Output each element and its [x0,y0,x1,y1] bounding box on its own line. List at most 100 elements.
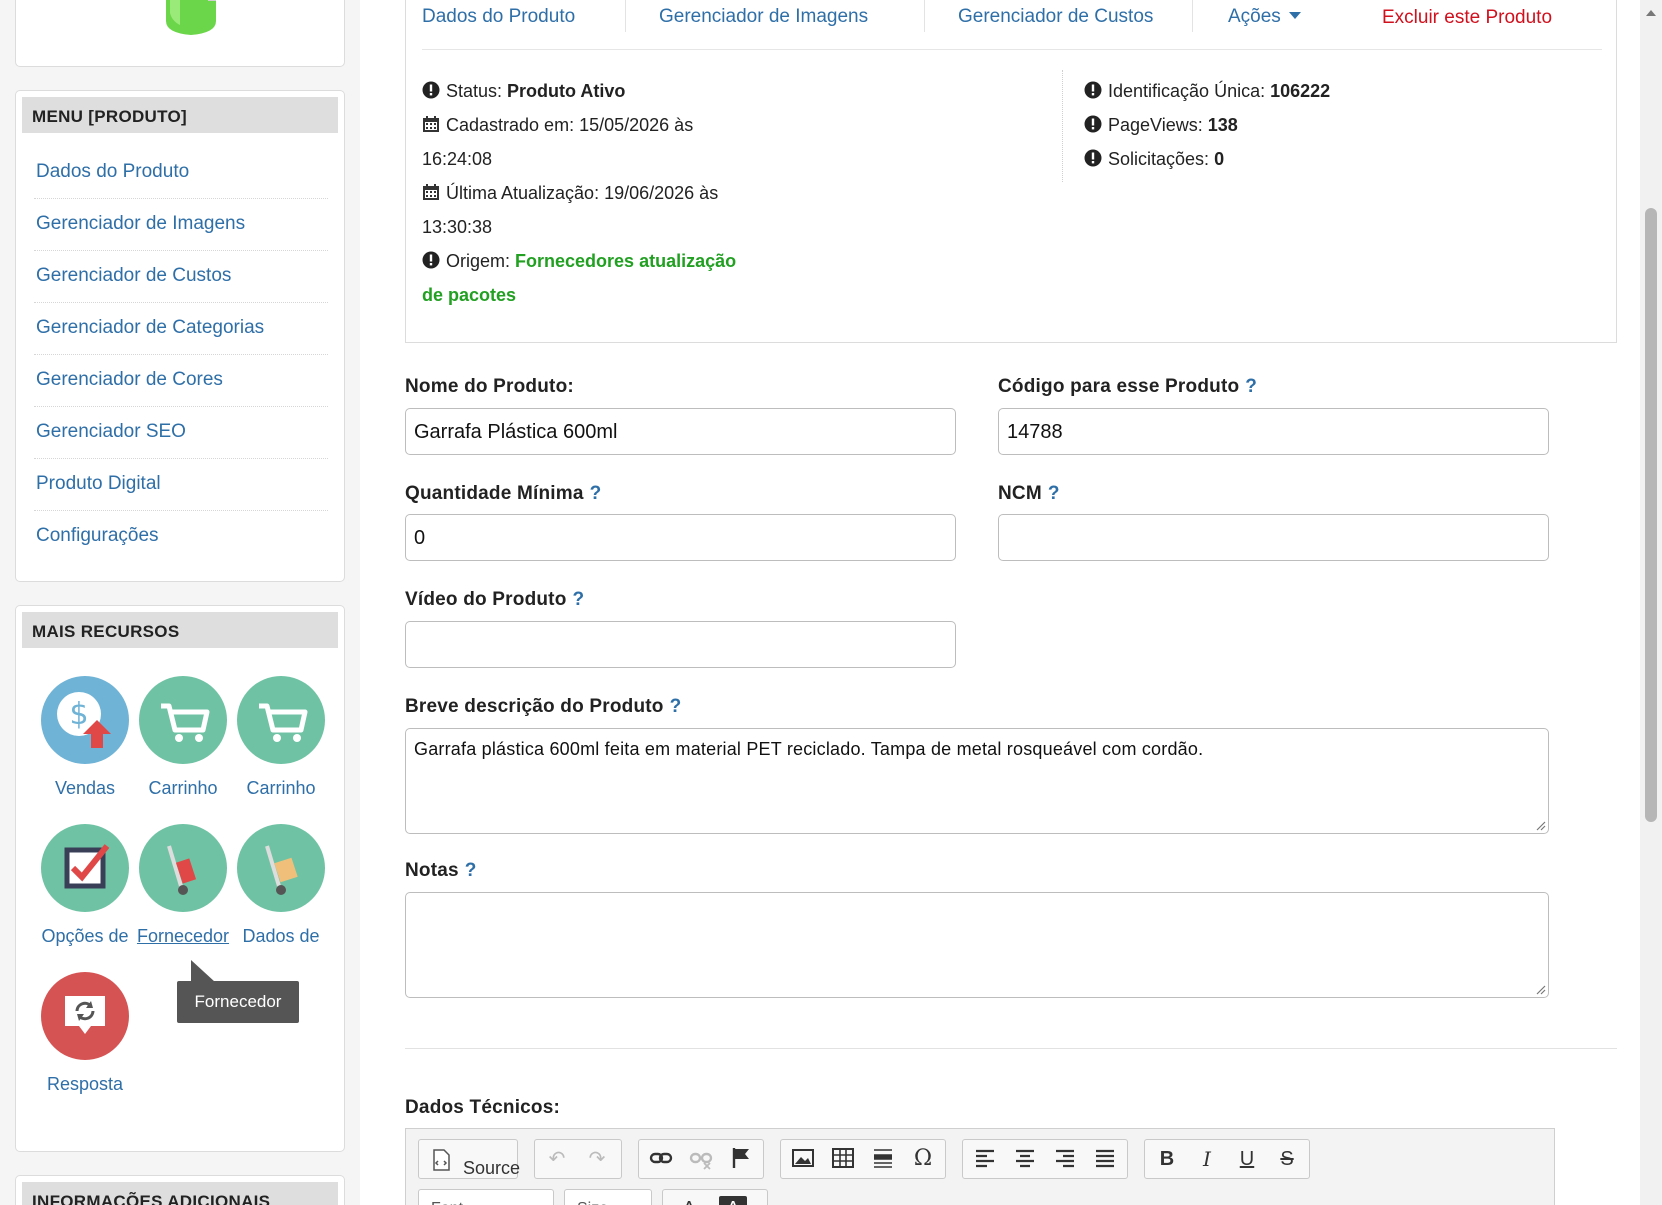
delete-product-link[interactable]: Excluir este Produto [1382,7,1552,29]
tab-acoes[interactable]: Ações [1228,6,1301,28]
scrollbar-thumb[interactable] [1645,208,1657,822]
help-icon[interactable]: ? [670,696,682,717]
status-row: Status: Produto Ativo [422,81,625,102]
align-right-icon[interactable] [1051,1146,1079,1172]
main-content: Dados do Produto Gerenciador de Imagens … [360,0,1640,1205]
align-group [962,1139,1128,1179]
svg-text:$: $ [69,697,88,732]
ncm-input[interactable] [998,514,1549,561]
align-center-icon[interactable] [1011,1146,1039,1172]
tab-divider [924,0,925,32]
requests-label: Solicitações: [1108,149,1210,169]
resource-opcoes[interactable]: Opções de [33,824,137,947]
origin-value-2: de pacotes [422,285,517,305]
resource-carrinho-2[interactable]: Carrinho [229,676,333,799]
image-icon[interactable] [789,1146,817,1172]
fornecedor-tooltip: Fornecedor [177,981,299,1023]
special-char-omega-icon[interactable]: Ω [909,1146,937,1172]
tab-gerenciador-custos[interactable]: Gerenciador de Custos [958,6,1153,28]
resource-fornecedor[interactable]: Fornecedor [131,824,235,947]
menu-item-gerenciador-seo[interactable]: Gerenciador SEO [34,407,328,459]
pageviews-value: 138 [1207,115,1238,135]
product-image-panel [15,0,345,67]
underline-icon[interactable]: U [1233,1146,1261,1172]
short-description-textarea[interactable]: Garrafa plástica 600ml feita em material… [405,728,1549,834]
link-icon[interactable] [647,1146,675,1172]
ncm-label-text: NCM [998,483,1042,504]
size-select[interactable]: Size [564,1189,652,1205]
resource-carrinho-1[interactable]: Carrinho [131,676,235,799]
unlink-icon[interactable] [687,1146,715,1172]
origin-label: Origem: [446,251,511,271]
min-quantity-input[interactable]: 0 [405,514,956,561]
source-button[interactable]: Source [425,1146,520,1178]
source-label: Source [463,1158,521,1178]
updated-time: 13:30:38 [422,217,493,237]
scroll-up-arrow-icon[interactable] [1640,6,1662,20]
table-icon[interactable] [829,1146,857,1172]
menu-item-gerenciador-categorias[interactable]: Gerenciador de Categorias [34,303,328,355]
menu-item-gerenciador-custos[interactable]: Gerenciador de Custos [34,251,328,303]
unique-id-row: Identificação Única: 106222 [1084,81,1330,102]
product-menu: Dados do Produto Gerenciador de Imagens … [16,147,344,563]
align-left-icon[interactable] [971,1146,999,1172]
horizontal-rule-icon[interactable] [869,1146,897,1172]
resource-label: Dados de [242,926,320,946]
tab-divider [1192,0,1193,32]
menu-item-gerenciador-cores[interactable]: Gerenciador de Cores [34,355,328,407]
notes-textarea[interactable] [405,892,1549,998]
tab-gerenciador-imagens[interactable]: Gerenciador de Imagens [659,6,868,28]
product-name-input[interactable]: Garrafa Plástica 600ml [405,408,956,455]
help-icon[interactable]: ? [573,589,585,610]
resize-grip-icon[interactable] [1534,819,1546,831]
help-icon[interactable]: ? [1048,483,1060,504]
sidebar: MENU [PRODUTO] Dados do Produto Gerencia… [0,0,360,1205]
tab-dados-produto[interactable]: Dados do Produto [422,6,575,28]
help-icon[interactable]: ? [590,483,602,504]
calendar-icon [423,116,439,132]
scrollbar[interactable] [1640,0,1662,1205]
alert-circle-icon [422,251,440,269]
text-color-icon[interactable]: A [675,1196,703,1205]
video-input[interactable] [405,621,956,668]
align-justify-icon[interactable] [1091,1146,1119,1172]
history-group: ↶ ↷ [534,1139,622,1179]
anchor-flag-icon[interactable] [727,1146,755,1172]
help-icon[interactable]: ? [1245,376,1257,397]
menu-item-gerenciador-imagens[interactable]: Gerenciador de Imagens [34,199,328,251]
resource-vendas[interactable]: $ Vendas [33,676,137,799]
origin-value: Fornecedores atualização [515,251,737,271]
product-menu-panel: MENU [PRODUTO] Dados do Produto Gerencia… [15,90,345,582]
font-select[interactable]: Font [418,1189,554,1205]
updated-value: 19/06/2026 às [604,183,719,203]
menu-item-configuracoes[interactable]: Configurações [34,511,328,563]
created-value: 15/05/2026 às [579,115,694,135]
background-color-icon[interactable]: A [719,1196,747,1205]
technical-data-label: Dados Técnicos: [405,1097,561,1118]
help-icon[interactable]: ? [465,860,477,881]
calendar-icon [423,184,439,200]
notes-label: Notas? [405,860,477,882]
notes-label-text: Notas [405,860,459,881]
source-group: Source [418,1139,520,1179]
menu-item-dados-produto[interactable]: Dados do Produto [34,147,328,199]
product-thumbnail[interactable] [158,0,224,37]
alert-circle-icon [422,81,440,99]
short-description-label-text: Breve descrição do Produto [405,696,664,717]
bold-icon[interactable]: B [1153,1146,1181,1172]
short-description-text: Garrafa plástica 600ml feita em material… [414,739,1204,759]
resize-grip-icon[interactable] [1534,983,1546,995]
redo-icon[interactable]: ↷ [583,1146,611,1172]
additional-info-panel: INFORMAÇÕES ADICIONAIS [15,1175,345,1205]
product-tabs: Dados do Produto Gerenciador de Imagens … [422,0,1602,50]
created-time: 16:24:08 [422,149,493,169]
undo-icon[interactable]: ↶ [543,1146,571,1172]
product-code-input[interactable]: 14788 [998,408,1549,455]
menu-item-produto-digital[interactable]: Produto Digital [34,459,328,511]
resource-resposta[interactable]: Resposta [33,972,137,1095]
checkbox-icon [41,824,129,912]
strikethrough-icon[interactable]: S [1273,1146,1301,1172]
source-icon [433,1149,450,1171]
resource-dados-de[interactable]: Dados de [229,824,333,947]
italic-icon[interactable]: I [1193,1146,1221,1172]
